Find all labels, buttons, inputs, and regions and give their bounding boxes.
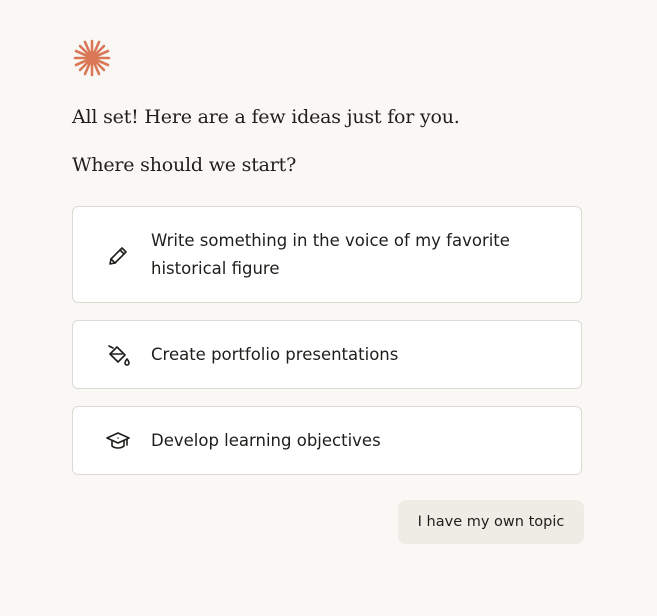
- sparkle-logo-icon: [72, 38, 112, 78]
- own-topic-button[interactable]: I have my own topic: [398, 500, 584, 544]
- graduation-cap-icon: [105, 428, 131, 454]
- suggestion-label: Write something in the voice of my favor…: [151, 231, 510, 278]
- suggestion-card-historical-figure[interactable]: Write something in the voice of my favor…: [72, 206, 582, 303]
- pencil-icon: [105, 243, 131, 269]
- suggestion-label: Create portfolio presentations: [151, 345, 399, 364]
- suggestion-card-portfolio[interactable]: Create portfolio presentations: [72, 320, 582, 389]
- paint-bucket-icon: [105, 342, 131, 368]
- intro-message: All set! Here are a few ideas just for y…: [72, 106, 460, 128]
- intro-question: Where should we start?: [72, 154, 297, 176]
- suggestion-card-learning-objectives[interactable]: Develop learning objectives: [72, 406, 582, 475]
- suggestion-label: Develop learning objectives: [151, 431, 381, 450]
